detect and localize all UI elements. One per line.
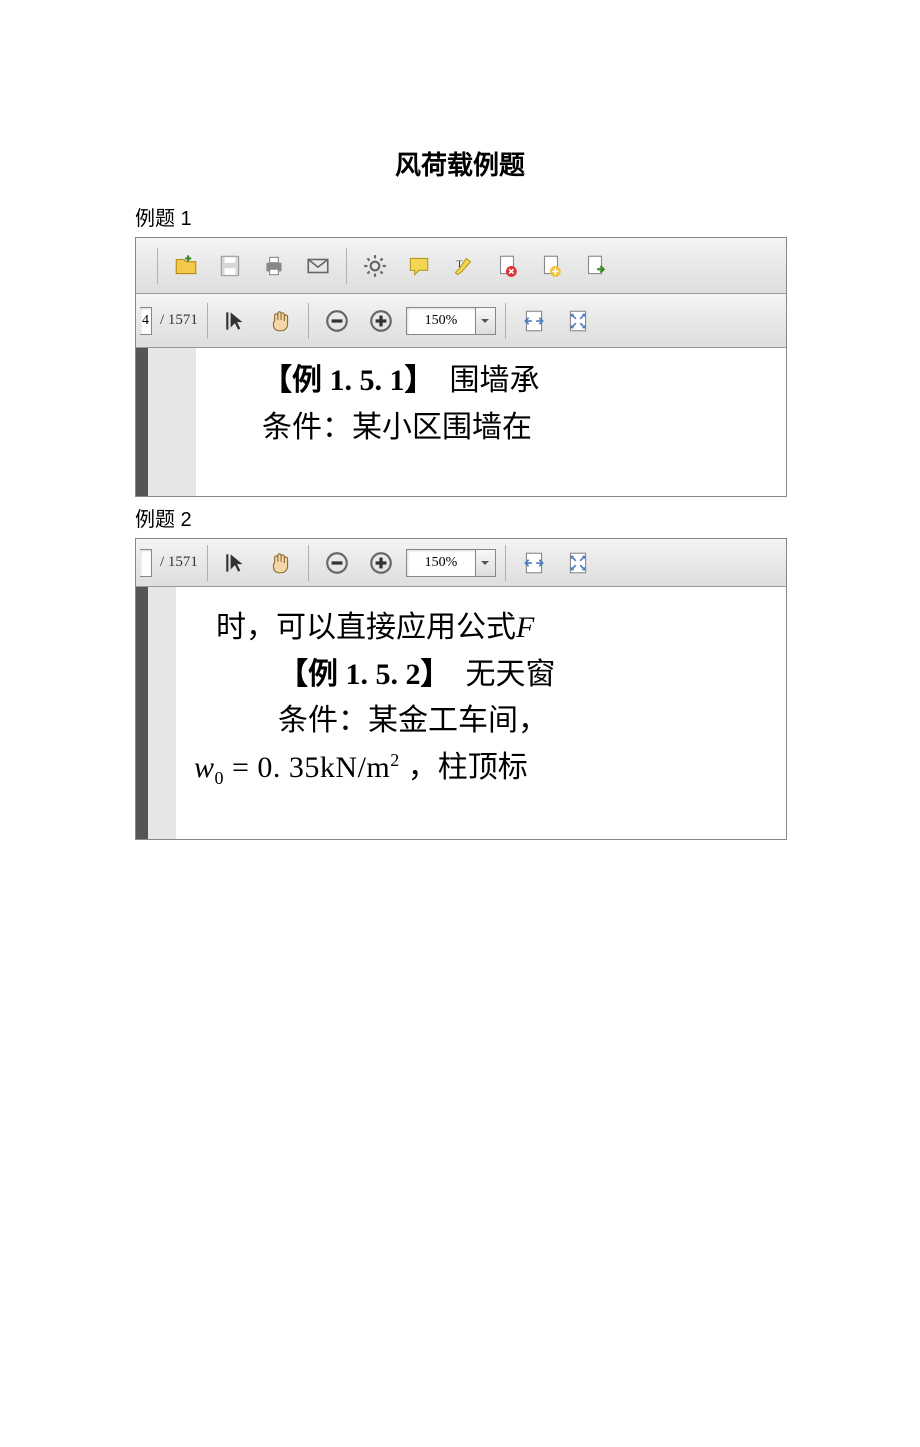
document-gutter	[148, 348, 196, 496]
toolbar-separator	[505, 303, 506, 339]
formula-subscript: 0	[215, 768, 225, 788]
document-margin-bar	[136, 348, 148, 496]
zoom-out-icon[interactable]	[318, 544, 356, 582]
example2-label: 例题 2	[135, 503, 920, 532]
zoom-out-icon[interactable]	[318, 302, 356, 340]
screenshot-2: / 1571 150%	[135, 538, 787, 840]
toolbar-separator	[207, 545, 208, 581]
save-icon[interactable]	[211, 247, 249, 285]
page-title: 风荷载例题	[0, 145, 920, 182]
toolbar-separator	[207, 303, 208, 339]
formula-variable: w	[194, 751, 215, 784]
toolbar-lower: 4 / 1571 150%	[136, 294, 786, 348]
highlight-icon[interactable]: T	[444, 247, 482, 285]
hand-tool-icon[interactable]	[261, 302, 299, 340]
formula-body: = 0. 35kN/m	[224, 751, 390, 784]
open-file-icon[interactable]	[167, 247, 205, 285]
formula-superscript: 2	[390, 750, 400, 770]
text-content: 条件：某金工车间，	[278, 704, 548, 737]
page-number-input[interactable]	[140, 549, 152, 577]
zoom-dropdown-icon[interactable]	[476, 549, 496, 577]
text-content: 无天窗	[436, 658, 556, 691]
text-content: ，柱顶标	[408, 751, 528, 784]
select-tool-icon[interactable]	[217, 544, 255, 582]
zoom-input[interactable]: 150%	[406, 549, 476, 577]
formula-variable: F	[516, 611, 534, 644]
toolbar-upper: T	[136, 238, 786, 294]
text-content: 条件：某小区围墙在	[262, 411, 532, 444]
comment-icon[interactable]	[400, 247, 438, 285]
toolbar-separator	[346, 248, 347, 284]
toolbar-separator	[505, 545, 506, 581]
page-export-icon[interactable]	[576, 247, 614, 285]
page-total-label: / 1571	[160, 312, 198, 329]
hand-tool-icon[interactable]	[261, 544, 299, 582]
document-viewport-2: 时，可以直接应用公式F 【例 1. 5. 2】 无天窗 条件：某金工车间， w0…	[136, 587, 786, 839]
document-margin-bar	[136, 587, 148, 839]
page-number-input[interactable]: 4	[140, 307, 152, 335]
zoom-in-icon[interactable]	[362, 302, 400, 340]
svg-text:T: T	[457, 259, 463, 270]
example1-label: 例题 1	[135, 202, 920, 231]
fit-page-icon[interactable]	[559, 544, 597, 582]
example-heading: 【例 1. 5. 2】	[278, 658, 436, 691]
toolbar-separator	[308, 545, 309, 581]
toolbar-separator	[157, 248, 158, 284]
toolbar-separator	[308, 303, 309, 339]
screenshot-1: T 4 / 1571 150%	[135, 237, 787, 497]
zoom-in-icon[interactable]	[362, 544, 400, 582]
print-icon[interactable]	[255, 247, 293, 285]
text-content: 围墙承	[420, 364, 540, 397]
document-gutter	[148, 587, 176, 839]
page-total-label: / 1571	[160, 554, 198, 571]
page-add-icon[interactable]	[532, 247, 570, 285]
gear-icon[interactable]	[356, 247, 394, 285]
fit-page-icon[interactable]	[559, 302, 597, 340]
text-content: 时，可以直接应用公式	[216, 611, 516, 644]
document-body-2: 时，可以直接应用公式F 【例 1. 5. 2】 无天窗 条件：某金工车间， w0…	[176, 587, 786, 839]
select-tool-icon[interactable]	[217, 302, 255, 340]
fit-width-icon[interactable]	[515, 544, 553, 582]
fit-width-icon[interactable]	[515, 302, 553, 340]
example-heading: 【例 1. 5. 1】	[262, 364, 420, 397]
email-icon[interactable]	[299, 247, 337, 285]
document-viewport-1: 【例 1. 5. 1】 围墙承 条件：某小区围墙在	[136, 348, 786, 496]
zoom-dropdown-icon[interactable]	[476, 307, 496, 335]
toolbar-lower-2: / 1571 150%	[136, 539, 786, 587]
zoom-input[interactable]: 150%	[406, 307, 476, 335]
document-body-1: 【例 1. 5. 1】 围墙承 条件：某小区围墙在	[196, 348, 786, 496]
page-delete-icon[interactable]	[488, 247, 526, 285]
